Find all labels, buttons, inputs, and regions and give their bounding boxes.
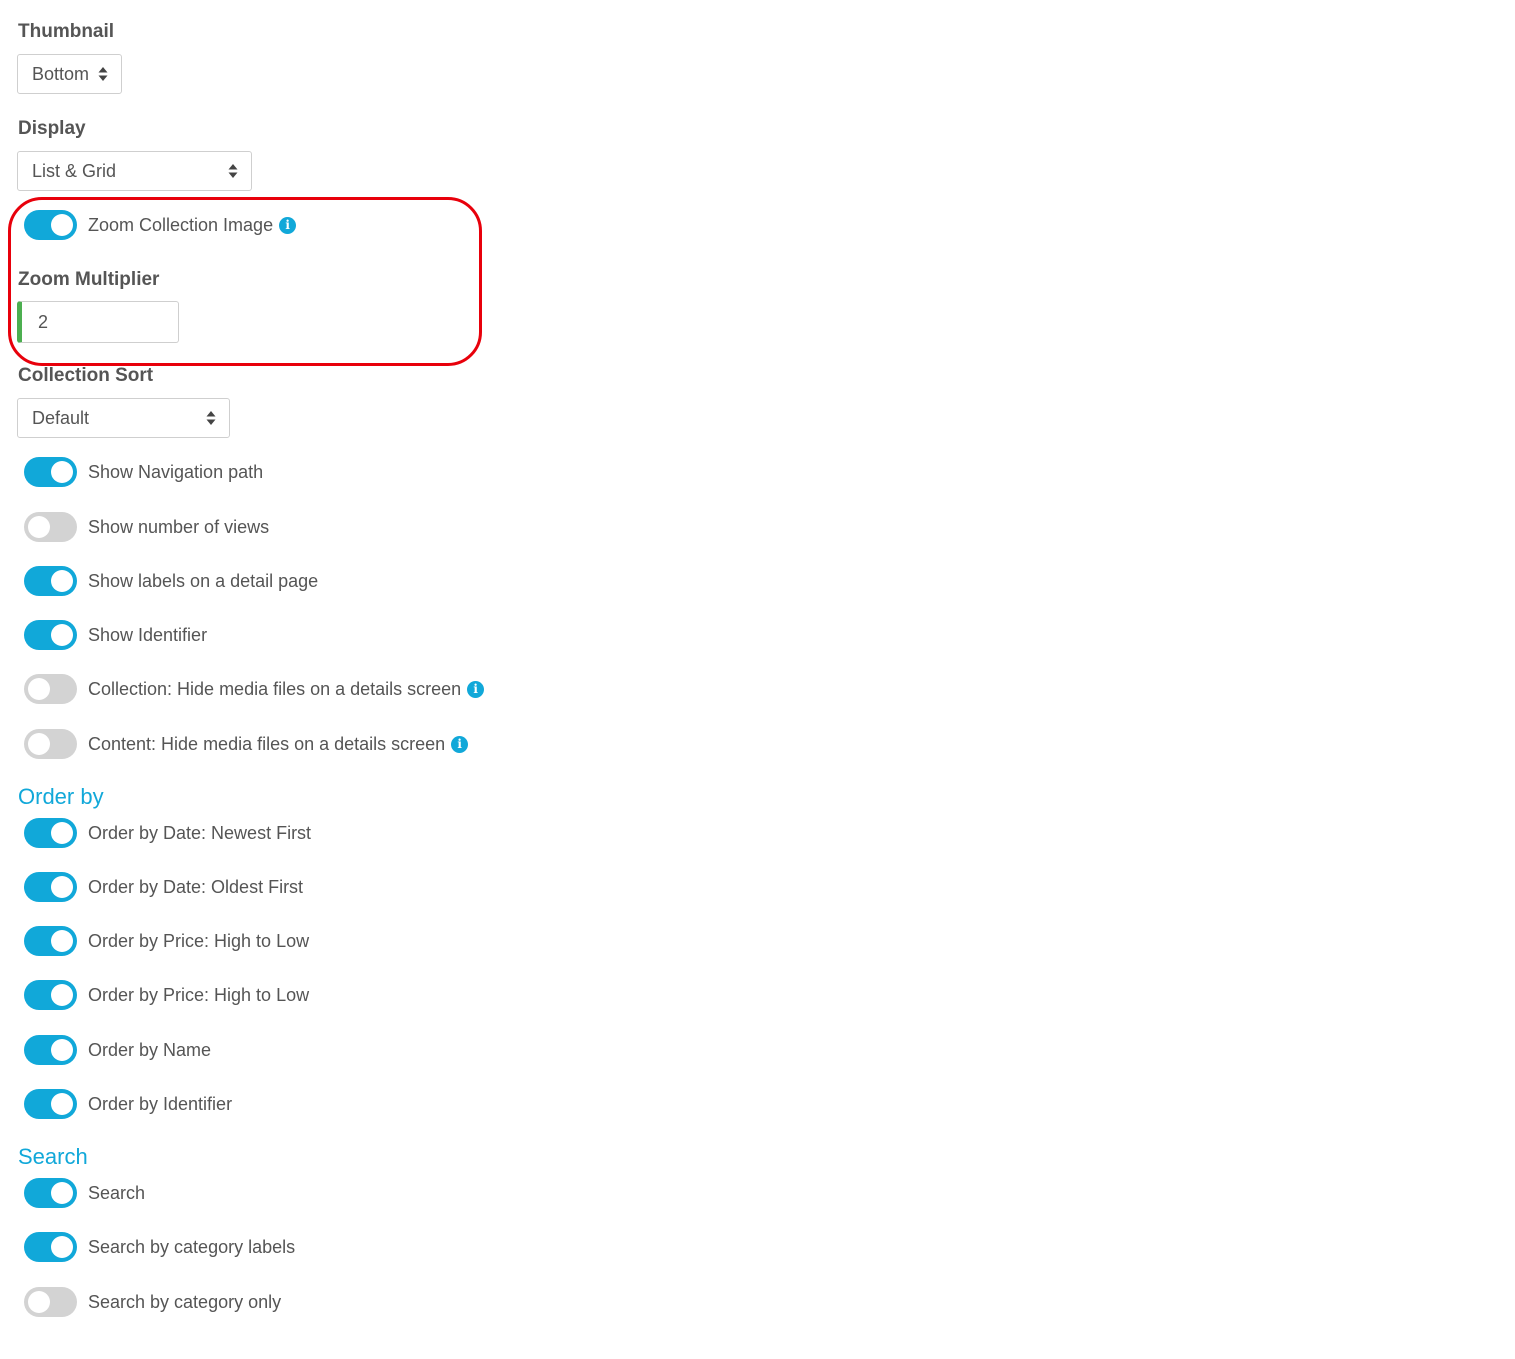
toggle-knob [51,1039,73,1061]
toggle-row-collection-hide-media: Collection: Hide media files on a detail… [24,673,485,705]
zoom-multiplier-input[interactable]: 2 [17,301,179,343]
toggle-knob [51,876,73,898]
toggle-row-order-date-oldest: Order by Date: Oldest First [24,871,303,903]
toggle-knob [28,516,50,538]
toggle-row-search: Search [24,1177,145,1209]
search-category-only-toggle[interactable] [24,1287,77,1317]
toggle-row-search-category-only: Search by category only [24,1286,281,1318]
toggle-label: Show number of views [88,516,270,537]
collection-sort-select[interactable]: Default [17,398,230,438]
toggle-label: Search by category only [88,1291,282,1312]
toggle-row-content-hide-media: Content: Hide media files on a details s… [24,728,469,760]
zoom-collection-image-toggle[interactable] [24,210,77,240]
order-price-toggle[interactable] [24,926,77,956]
order-name-toggle[interactable] [24,1035,77,1065]
order-date-newest-toggle[interactable] [24,818,77,848]
thumbnail-select[interactable]: Bottom [17,54,122,94]
toggle-knob [51,1093,73,1115]
sort-arrows-icon [206,411,216,425]
toggle-row-order-identifier: Order by Identifier [24,1088,232,1120]
toggle-knob [51,930,73,952]
toggle-knob [51,1236,73,1258]
toggle-row-show-identifier: Show Identifier [24,619,207,651]
collection-sort-label: Collection Sort [18,365,154,386]
zoom-collection-image-label: Zoom Collection Image [88,214,274,235]
toggle-knob [51,461,73,483]
show-labels-detail-toggle[interactable] [24,566,77,596]
sort-arrows-icon [98,67,108,81]
toggle-row-order-date-newest: Order by Date: Newest First [24,817,311,849]
toggle-row-order-price-2: Order by Price: High to Low [24,979,309,1011]
order-price-toggle[interactable] [24,980,77,1010]
toggle-row-order-name: Order by Name [24,1034,211,1066]
info-icon[interactable]: i [279,216,297,234]
toggle-knob [28,678,50,700]
toggle-label: Order by Name [88,1039,212,1060]
display-select[interactable]: List & Grid [17,151,252,191]
toggle-label: Order by Price: High to Low [88,930,310,951]
display-label: Display [18,118,86,139]
toggle-knob [51,822,73,844]
toggle-label: Order by Identifier [88,1093,233,1114]
toggle-row-show-number-of-views: Show number of views [24,511,269,543]
toggle-label: Order by Date: Newest First [88,822,312,843]
zoom-multiplier-label: Zoom Multiplier [18,269,160,290]
toggle-knob [51,1182,73,1204]
toggle-label: Collection: Hide media files on a detail… [88,678,462,699]
toggle-row-show-labels-detail: Show labels on a detail page [24,565,318,597]
thumbnail-label: Thumbnail [18,21,115,42]
search-category-labels-toggle[interactable] [24,1232,77,1262]
zoom-collection-image-row: Zoom Collection Image i [24,209,297,241]
toggle-label: Show Navigation path [88,461,264,482]
collection-sort-select-value: Default [32,408,90,428]
toggle-row-order-price-1: Order by Price: High to Low [24,925,309,957]
toggle-row-search-category-labels: Search by category labels [24,1231,295,1263]
toggle-knob [28,733,50,755]
toggle-knob [51,214,73,236]
toggle-label: Content: Hide media files on a details s… [88,733,446,754]
show-number-of-views-toggle[interactable] [24,512,77,542]
order-date-oldest-toggle[interactable] [24,872,77,902]
toggle-knob [28,1291,50,1313]
search-heading: Search [18,1144,88,1169]
toggle-label: Search [88,1182,146,1203]
search-toggle[interactable] [24,1178,77,1208]
collection-hide-media-toggle[interactable] [24,674,77,704]
display-select-value: List & Grid [32,161,117,181]
toggle-knob [51,624,73,646]
toggle-knob [51,984,73,1006]
info-icon[interactable]: i [467,680,485,698]
show-identifier-toggle[interactable] [24,620,77,650]
order-by-heading: Order by [18,784,104,809]
toggle-label: Search by category labels [88,1236,296,1257]
sort-arrows-icon [228,164,238,178]
content-hide-media-toggle[interactable] [24,729,77,759]
toggle-row-show-navigation-path: Show Navigation path [24,456,263,488]
toggle-knob [51,570,73,592]
toggle-label: Order by Price: High to Low [88,984,310,1005]
info-icon[interactable]: i [451,735,469,753]
show-navigation-path-toggle[interactable] [24,457,77,487]
thumbnail-select-value: Bottom [32,64,90,84]
toggle-label: Order by Date: Oldest First [88,876,304,897]
toggle-label: Show labels on a detail page [88,570,319,591]
toggle-label: Show Identifier [88,624,208,645]
order-identifier-toggle[interactable] [24,1089,77,1119]
